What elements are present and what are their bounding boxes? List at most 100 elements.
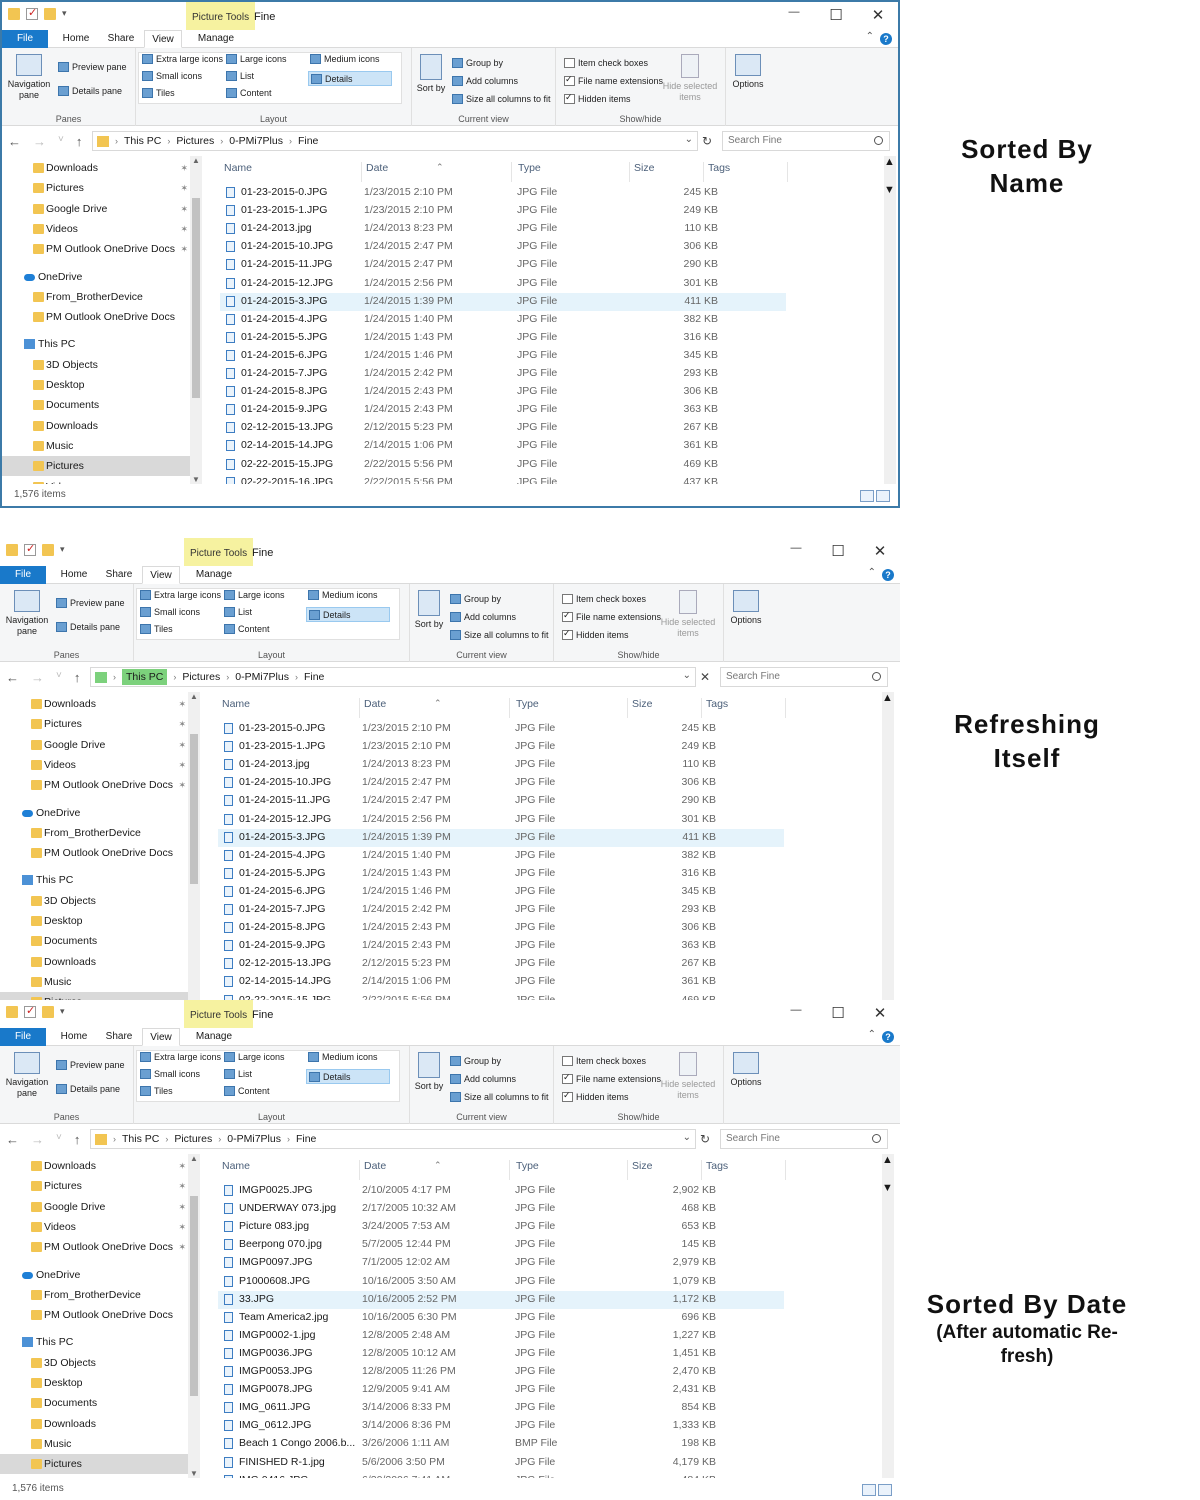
minimize-icon[interactable]: —: [788, 1004, 804, 1022]
table-row[interactable]: 01-24-2015-8.JPG 1/24/2015 2:43 PM JPG Fil…: [220, 383, 786, 401]
back-arrow-icon[interactable]: ←: [8, 134, 21, 149]
forward-arrow-icon[interactable]: →: [33, 134, 46, 149]
scroll-down-icon[interactable]: ▼: [188, 1469, 200, 1478]
table-row[interactable]: 02-22-2015-15.JPG 2/22/2015 5:56 PM JPG Fi…: [220, 456, 786, 474]
add-columns-button[interactable]: Add columns: [450, 612, 516, 622]
table-row[interactable]: 01-24-2015-4.JPG 1/24/2015 1:40 PM JPG Fil…: [220, 311, 786, 329]
table-row[interactable]: 02-14-2015-14.JPG 2/14/2015 1:06 PM JPG Fi…: [218, 973, 784, 991]
column-header-tags[interactable]: Tags: [704, 162, 788, 182]
refresh-icon[interactable]: ↻: [700, 1132, 710, 1146]
hide-selected-button[interactable]: Hide selected items: [658, 1052, 718, 1101]
table-row[interactable]: Beerpong 070.jpg 5/7/2005 12:44 PM JPG Fil…: [218, 1236, 784, 1254]
small-icons-option[interactable]: Small icons: [140, 607, 200, 617]
large-icons-view-icon[interactable]: [876, 490, 890, 502]
large-icons-view-icon[interactable]: [878, 1484, 892, 1496]
sidebar-item[interactable]: 3D Objects: [0, 1353, 188, 1373]
table-row[interactable]: 01-24-2015-9.JPG 1/24/2015 2:43 PM JPG Fil…: [218, 937, 784, 955]
back-arrow-icon[interactable]: ←: [6, 670, 19, 685]
hide-selected-button[interactable]: Hide selected items: [660, 54, 720, 103]
table-row[interactable]: IMGP0025.JPG 2/10/2005 4:17 PM JPG File 2,9…: [218, 1182, 784, 1200]
sidebar-scrollbar[interactable]: ▲ ▼: [190, 156, 202, 484]
breadcrumb[interactable]: › This PC › Pictures › 0-PMi7Plus › Fine ⌄: [92, 131, 698, 151]
collapse-ribbon-icon[interactable]: ⌃: [866, 31, 874, 42]
maximize-icon[interactable]: ☐: [828, 6, 844, 24]
large-icons-option[interactable]: Large icons: [224, 1052, 285, 1062]
sidebar-item[interactable]: PM Outlook OneDrive Docs ✶: [0, 775, 188, 795]
table-row[interactable]: 01-24-2015-5.JPG 1/24/2015 1:43 PM JPG Fil…: [218, 865, 784, 883]
column-header-tags[interactable]: Tags: [702, 698, 786, 718]
list-view-option[interactable]: List: [224, 1069, 252, 1079]
preview-pane-button[interactable]: Preview pane: [58, 62, 127, 72]
sidebar-scrollbar[interactable]: ▲ ▼: [188, 1154, 200, 1478]
sidebar-item[interactable]: Documents: [2, 395, 190, 415]
table-row[interactable]: 01-24-2015-4.JPG 1/24/2015 1:40 PM JPG Fil…: [218, 847, 784, 865]
details-pane-button[interactable]: Details pane: [56, 1084, 120, 1094]
sidebar-item[interactable]: Downloads: [2, 416, 190, 436]
item-check-boxes-checkbox[interactable]: Item check boxes: [562, 1056, 646, 1066]
details-view-option[interactable]: Details: [306, 607, 390, 622]
table-row[interactable]: 01-24-2015-11.JPG 1/24/2015 2:47 PM JPG Fi…: [220, 256, 786, 274]
options-button[interactable]: Options: [730, 54, 766, 90]
help-icon[interactable]: ?: [882, 1031, 894, 1043]
hidden-items-checkbox[interactable]: Hidden items: [564, 94, 631, 104]
content-view-option[interactable]: Content: [226, 88, 272, 98]
tab-view[interactable]: View: [142, 1028, 180, 1046]
sidebar-item[interactable]: OneDrive: [0, 1265, 188, 1285]
tiles-view-option[interactable]: Tiles: [140, 1086, 173, 1096]
content-view-option[interactable]: Content: [224, 624, 270, 634]
folder-icon[interactable]: [8, 8, 20, 20]
extra-large-icons-option[interactable]: Extra large icons: [142, 54, 223, 64]
breadcrumb-item[interactable]: Pictures: [182, 671, 220, 683]
scrollbar-thumb[interactable]: [882, 1166, 894, 1182]
table-row[interactable]: 01-23-2015-1.JPG 1/23/2015 2:10 PM JPG Fil…: [218, 738, 784, 756]
refresh-icon[interactable]: ↻: [702, 134, 712, 148]
extra-large-icons-option[interactable]: Extra large icons: [140, 590, 221, 600]
table-row[interactable]: Picture 083.jpg 3/24/2005 7:53 AM JPG File…: [218, 1218, 784, 1236]
table-row[interactable]: 01-24-2015-6.JPG 1/24/2015 1:46 PM JPG Fil…: [218, 883, 784, 901]
column-header-name[interactable]: Name: [218, 1160, 360, 1180]
recent-locations-icon[interactable]: ˅: [56, 1132, 62, 1147]
table-row[interactable]: IMGP0002-1.jpg 12/8/2005 2:48 AM JPG File 1…: [218, 1327, 784, 1345]
properties-icon[interactable]: [24, 1004, 36, 1018]
folder-icon[interactable]: [6, 1006, 18, 1018]
table-row[interactable]: 33.JPG 10/16/2005 2:52 PM JPG File 1,172 KB: [218, 1290, 784, 1309]
medium-icons-option[interactable]: Medium icons: [310, 54, 380, 64]
sidebar-item[interactable]: Downloads ✶: [0, 1156, 188, 1176]
sort-by-button[interactable]: Sort by: [414, 1052, 444, 1092]
properties-icon[interactable]: [26, 6, 38, 20]
breadcrumb-item[interactable]: Fine: [304, 671, 324, 683]
close-icon[interactable]: ✕: [872, 1004, 888, 1022]
up-arrow-icon[interactable]: ↑: [76, 134, 83, 149]
sidebar-item[interactable]: Downloads ✶: [2, 158, 190, 178]
context-tab-picture-tools[interactable]: Picture Tools: [184, 1000, 254, 1028]
preview-pane-button[interactable]: Preview pane: [56, 598, 125, 608]
chevron-down-icon[interactable]: ⌄: [685, 134, 693, 145]
sidebar-item[interactable]: Downloads: [0, 952, 188, 972]
options-button[interactable]: Options: [728, 1052, 764, 1088]
size-all-columns-button[interactable]: Size all columns to fit: [450, 630, 549, 640]
preview-pane-button[interactable]: Preview pane: [56, 1060, 125, 1070]
maximize-icon[interactable]: ☐: [830, 1004, 846, 1022]
large-icons-option[interactable]: Large icons: [226, 54, 287, 64]
file-list-scrollbar[interactable]: ▲ ▼: [884, 156, 896, 484]
column-header-size[interactable]: Size: [630, 162, 704, 182]
sidebar-item[interactable]: Downloads ✶: [0, 694, 188, 714]
table-row[interactable]: IMG_0612.JPG 3/14/2006 8:36 PM JPG File 1,3…: [218, 1417, 784, 1435]
sidebar-item[interactable]: Pictures: [0, 1454, 188, 1475]
large-icons-option[interactable]: Large icons: [224, 590, 285, 600]
sidebar-item[interactable]: From_BrotherDevice: [2, 287, 190, 307]
new-folder-icon[interactable]: [42, 1006, 54, 1018]
sidebar-item[interactable]: Videos ✶: [2, 219, 190, 239]
sidebar-item[interactable]: PM Outlook OneDrive Docs ✶: [0, 1237, 188, 1257]
details-pane-button[interactable]: Details pane: [58, 86, 122, 96]
sidebar-item[interactable]: OneDrive: [2, 267, 190, 287]
sidebar-item[interactable]: OneDrive: [0, 803, 188, 823]
table-row[interactable]: 01-24-2015-12.JPG 1/24/2015 2:56 PM JPG Fi…: [220, 275, 786, 293]
sort-by-button[interactable]: Sort by: [416, 54, 446, 94]
chevron-down-icon[interactable]: ⌄: [683, 670, 691, 681]
table-row[interactable]: 01-23-2015-1.JPG 1/23/2015 2:10 PM JPG Fil…: [220, 202, 786, 220]
tab-home[interactable]: Home: [52, 1028, 96, 1046]
group-by-button[interactable]: Group by: [450, 594, 501, 604]
tab-view[interactable]: View: [142, 566, 180, 584]
new-folder-icon[interactable]: [44, 8, 56, 20]
